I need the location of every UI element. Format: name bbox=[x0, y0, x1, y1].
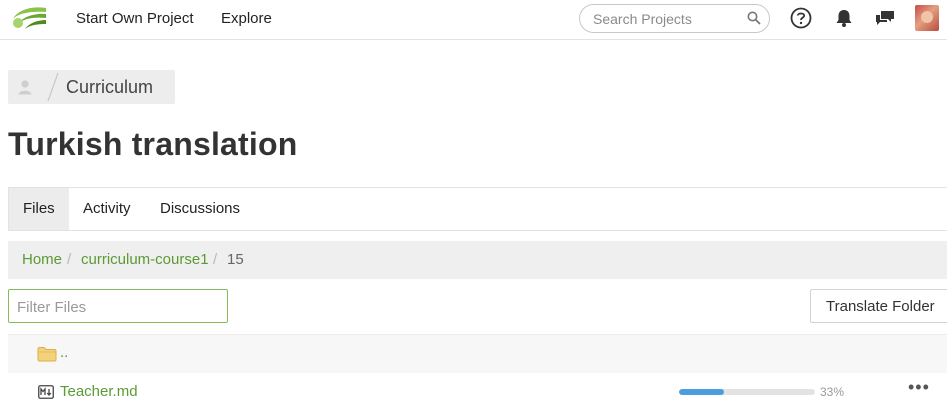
translate-folder-button[interactable]: Translate Folder bbox=[810, 289, 947, 323]
file-name-link[interactable]: Teacher.md bbox=[60, 383, 138, 400]
more-options-icon[interactable]: ••• bbox=[908, 377, 930, 398]
page-title: Turkish translation bbox=[8, 126, 298, 162]
owner-avatar[interactable] bbox=[8, 70, 42, 104]
top-navbar: Start Own Project Explore bbox=[0, 0, 947, 40]
avatar[interactable] bbox=[915, 5, 939, 31]
chat-icon[interactable] bbox=[874, 7, 896, 29]
nav-explore[interactable]: Explore bbox=[221, 10, 272, 27]
search-box[interactable] bbox=[579, 4, 770, 33]
path-separator: / bbox=[67, 251, 72, 268]
tab-bar: Files Activity Discussions bbox=[8, 187, 947, 231]
logo[interactable] bbox=[10, 5, 48, 31]
folder-breadcrumb: Home / curriculum-course1 / 15 bbox=[8, 241, 947, 279]
breadcrumb-project-link[interactable]: Curriculum bbox=[66, 77, 153, 98]
help-icon[interactable] bbox=[790, 7, 812, 29]
path-folder-link[interactable]: curriculum-course1 bbox=[81, 241, 209, 279]
list-item-parent-folder[interactable]: .. bbox=[8, 334, 947, 373]
translation-progress-bar bbox=[679, 389, 815, 395]
parent-folder-link[interactable]: .. bbox=[60, 344, 68, 361]
path-current: 15 bbox=[227, 251, 244, 268]
search-icon[interactable] bbox=[747, 11, 761, 25]
bell-icon[interactable] bbox=[833, 7, 855, 29]
nav-start-own-project[interactable]: Start Own Project bbox=[76, 10, 194, 27]
search-input[interactable] bbox=[593, 10, 743, 28]
breadcrumb-separator bbox=[47, 72, 59, 102]
path-separator: / bbox=[213, 251, 218, 268]
translation-progress-label: 33% bbox=[820, 385, 845, 399]
user-icon bbox=[18, 80, 32, 95]
table-row[interactable]: Teacher.md 33% ••• bbox=[8, 373, 947, 413]
tab-files[interactable]: Files bbox=[9, 188, 69, 230]
folder-icon bbox=[37, 347, 57, 362]
filter-box[interactable] bbox=[8, 289, 228, 323]
project-breadcrumb: Curriculum bbox=[8, 70, 175, 104]
tab-discussions[interactable]: Discussions bbox=[146, 188, 254, 230]
translation-progress-fill bbox=[679, 389, 724, 395]
filter-files-input[interactable] bbox=[17, 298, 217, 316]
tab-activity[interactable]: Activity bbox=[69, 188, 145, 230]
markdown-file-icon bbox=[38, 385, 54, 399]
path-home-link[interactable]: Home bbox=[22, 241, 62, 279]
